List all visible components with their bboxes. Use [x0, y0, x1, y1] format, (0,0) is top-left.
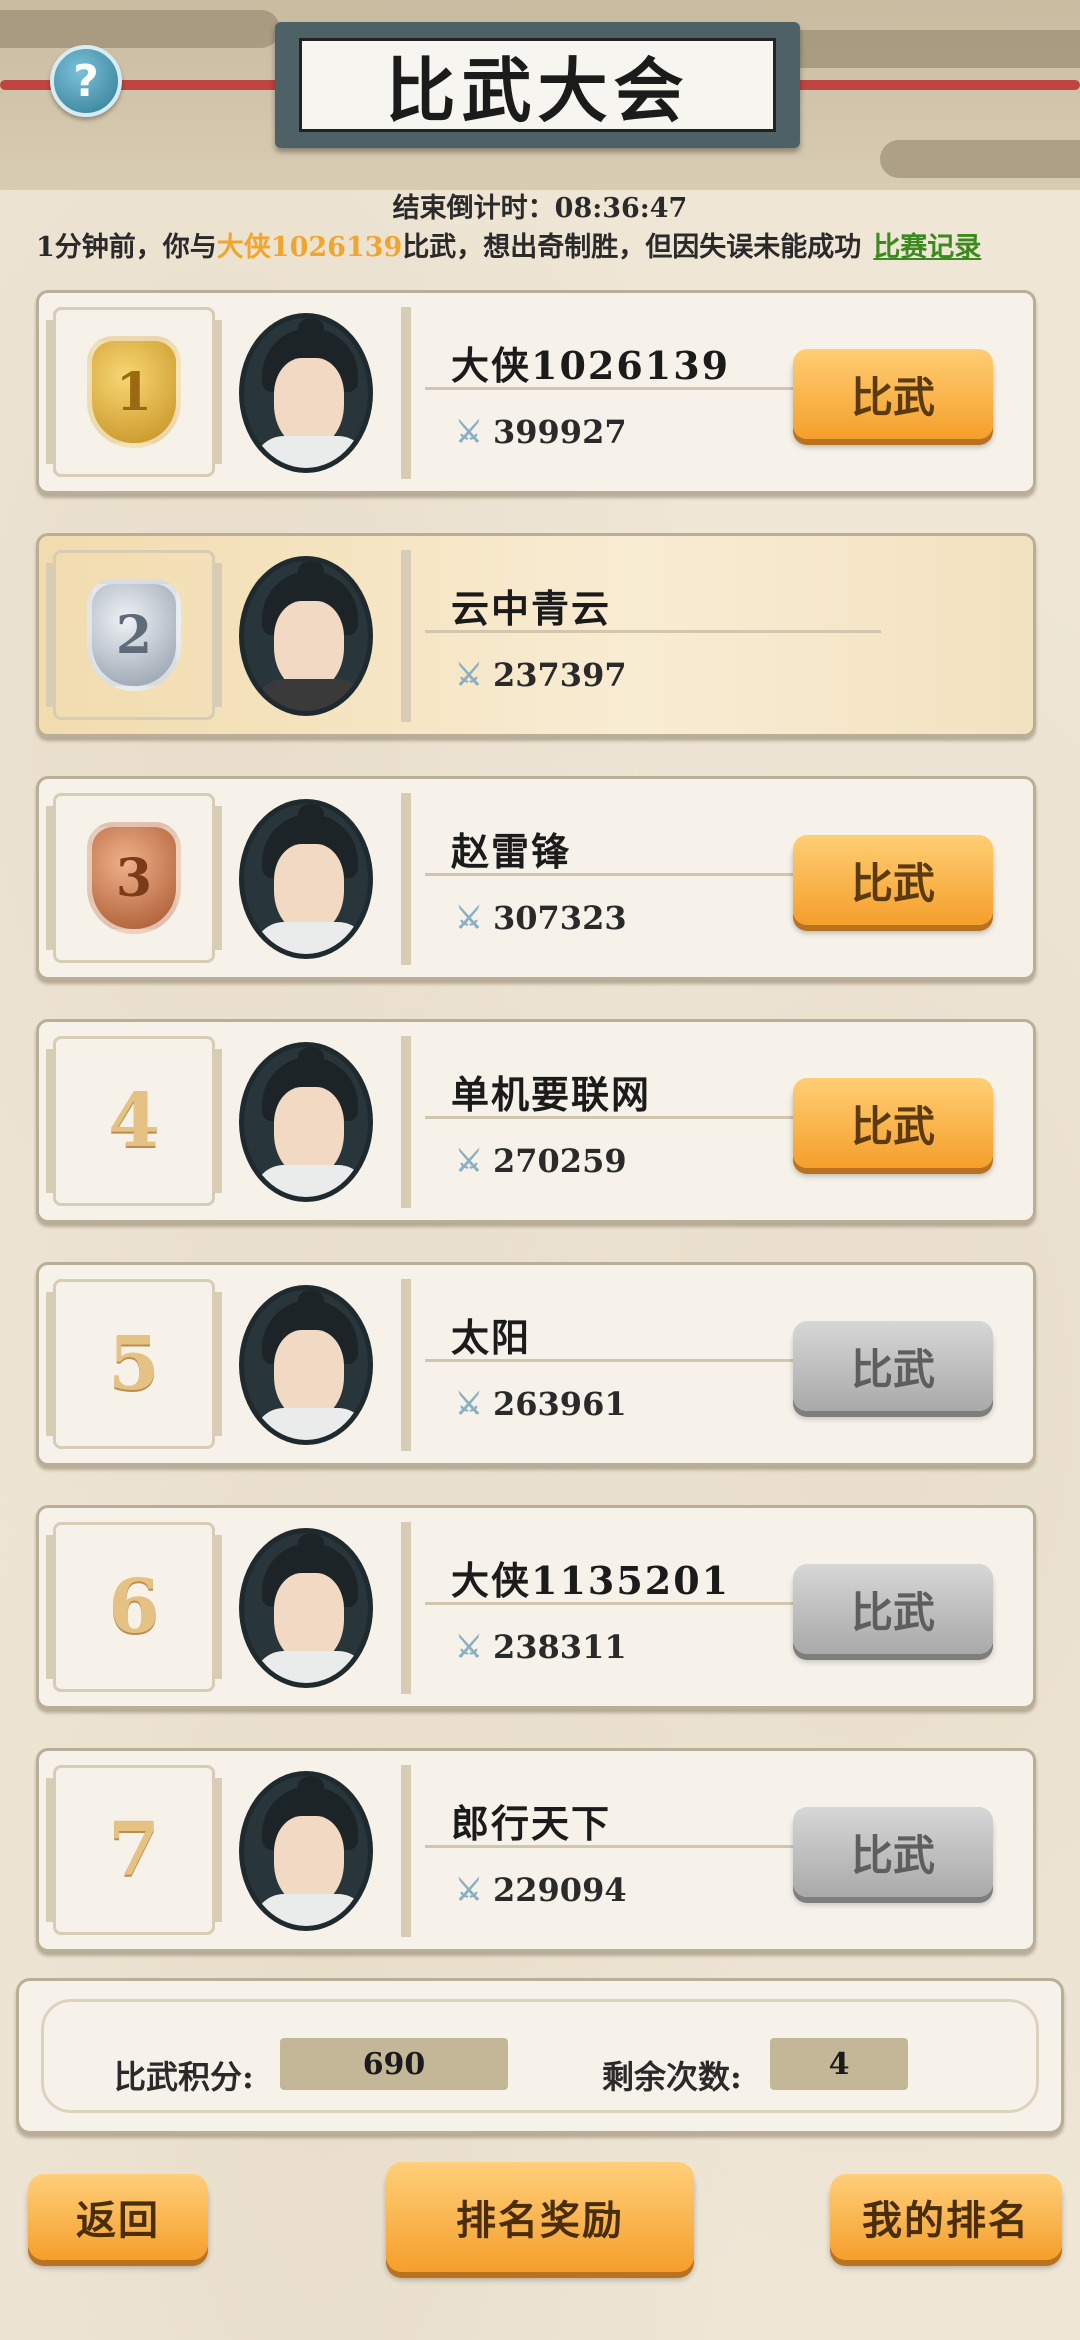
cloud-decoration: [760, 30, 1080, 68]
avatar[interactable]: [239, 556, 373, 716]
cloud-decoration: [0, 10, 280, 48]
power-value: ⚔ 307323: [451, 899, 627, 937]
fight-button[interactable]: 比武: [793, 1078, 993, 1168]
battle-log-prefix: 1分钟前，你与: [36, 232, 217, 263]
player-name: 太阳: [451, 1315, 532, 1360]
bronze-medal-icon: 3: [87, 822, 181, 934]
avatar[interactable]: [239, 799, 373, 959]
battle-log-opponent: 大侠1026139: [216, 232, 403, 263]
fight-button[interactable]: 比武: [793, 835, 993, 925]
power-value: ⚔ 263961: [451, 1385, 627, 1423]
back-button[interactable]: 返回: [28, 2174, 208, 2260]
power-value: ⚔ 399927: [451, 413, 627, 451]
power-number: 399927: [493, 413, 627, 451]
power-number: 229094: [493, 1871, 627, 1909]
ranking-card: 7 郎行天下 ⚔ 229094 比武: [36, 1748, 1036, 1952]
ranking-card: 3 赵雷锋 ⚔ 307323 比武: [36, 776, 1036, 980]
gold-medal-icon: 1: [87, 336, 181, 448]
power-value: ⚔ 237397: [451, 656, 627, 694]
header: ? 比武大会: [0, 0, 1080, 190]
rank-box: 5: [46, 1279, 222, 1449]
stats-panel: 比武积分: 690 剩余次数: 4: [16, 1978, 1064, 2134]
countdown: 结束倒计时：08:36:47: [0, 186, 1080, 225]
avatar[interactable]: [239, 1528, 373, 1688]
battle-log: 1分钟前，你与 大侠1026139 比武，想出奇制胜，但因失误未能成功 比赛记录: [36, 225, 1056, 264]
avatar[interactable]: [239, 1042, 373, 1202]
power-number: 307323: [493, 899, 627, 937]
crossed-swords-icon: ⚔: [455, 414, 483, 450]
player-info: 云中青云 ⚔ 237397: [401, 550, 1021, 722]
ranking-card: 1 大侠1026139 ⚔ 399927 比武: [36, 290, 1036, 494]
silver-medal-icon: 2: [87, 579, 181, 691]
rank-number: 5: [108, 1321, 160, 1407]
question-mark-icon: ?: [73, 55, 99, 107]
fight-button-disabled[interactable]: 比武: [793, 1321, 993, 1411]
fight-button-disabled[interactable]: 比武: [793, 1807, 993, 1897]
rank-box: 4: [46, 1036, 222, 1206]
rank-number: 7: [108, 1807, 160, 1893]
rope-decoration: [780, 80, 1080, 90]
ranking-card: 6 大侠1135201 ⚔ 238311 比武: [36, 1505, 1036, 1709]
ranking-card-self: 2 云中青云 ⚔ 237397: [36, 533, 1036, 737]
ranking-card: 4 单机要联网 ⚔ 270259 比武: [36, 1019, 1036, 1223]
cloud-decoration: [880, 140, 1080, 178]
rank-box: 1: [46, 307, 222, 477]
rank-number: 4: [108, 1078, 160, 1164]
player-name: 单机要联网: [451, 1072, 652, 1117]
title-plate: 比武大会: [275, 22, 800, 148]
stats-inner: 比武积分: 690 剩余次数: 4: [41, 1999, 1039, 2113]
avatar[interactable]: [239, 313, 373, 473]
rank-box: 7: [46, 1765, 222, 1935]
help-button[interactable]: ?: [50, 45, 122, 117]
avatar[interactable]: [239, 1285, 373, 1445]
power-value: ⚔ 229094: [451, 1871, 627, 1909]
remaining-label: 剩余次数:: [602, 2058, 742, 2096]
fight-button[interactable]: 比武: [793, 349, 993, 439]
avatar[interactable]: [239, 1771, 373, 1931]
player-name: 大侠1026139: [451, 343, 731, 388]
rank-box: 3: [46, 793, 222, 963]
my-rank-button[interactable]: 我的排名: [830, 2174, 1062, 2260]
rank-box: 2: [46, 550, 222, 720]
power-number: 263961: [493, 1385, 627, 1423]
player-name: 云中青云: [451, 586, 612, 631]
remaining-value: 4: [770, 2038, 908, 2090]
fight-button-disabled[interactable]: 比武: [793, 1564, 993, 1654]
crossed-swords-icon: ⚔: [455, 1629, 483, 1665]
score-value: 690: [280, 2038, 508, 2090]
player-name: 大侠1135201: [451, 1558, 731, 1603]
rope-decoration: [0, 80, 300, 90]
power-value: ⚔ 238311: [451, 1628, 627, 1666]
countdown-time: 08:36:47: [554, 193, 688, 224]
rank-number: 6: [108, 1564, 160, 1650]
power-number: 270259: [493, 1142, 627, 1180]
match-record-link[interactable]: 比赛记录: [873, 225, 981, 264]
player-name: 郎行天下: [451, 1801, 612, 1846]
page-title: 比武大会: [299, 38, 776, 132]
crossed-swords-icon: ⚔: [455, 1143, 483, 1179]
player-name: 赵雷锋: [451, 829, 572, 874]
power-number: 238311: [493, 1628, 627, 1666]
rank-box: 6: [46, 1522, 222, 1692]
power-number: 237397: [493, 656, 627, 694]
battle-log-suffix: 比武，想出奇制胜，但因失误未能成功: [402, 232, 862, 263]
rank-rewards-button[interactable]: 排名奖励: [386, 2162, 694, 2272]
crossed-swords-icon: ⚔: [455, 900, 483, 936]
score-label: 比武积分:: [114, 2058, 254, 2096]
crossed-swords-icon: ⚔: [455, 1386, 483, 1422]
ranking-card: 5 太阳 ⚔ 263961 比武: [36, 1262, 1036, 1466]
crossed-swords-icon: ⚔: [455, 657, 483, 693]
countdown-label: 结束倒计时：: [392, 193, 555, 224]
crossed-swords-icon: ⚔: [455, 1872, 483, 1908]
power-value: ⚔ 270259: [451, 1142, 627, 1180]
